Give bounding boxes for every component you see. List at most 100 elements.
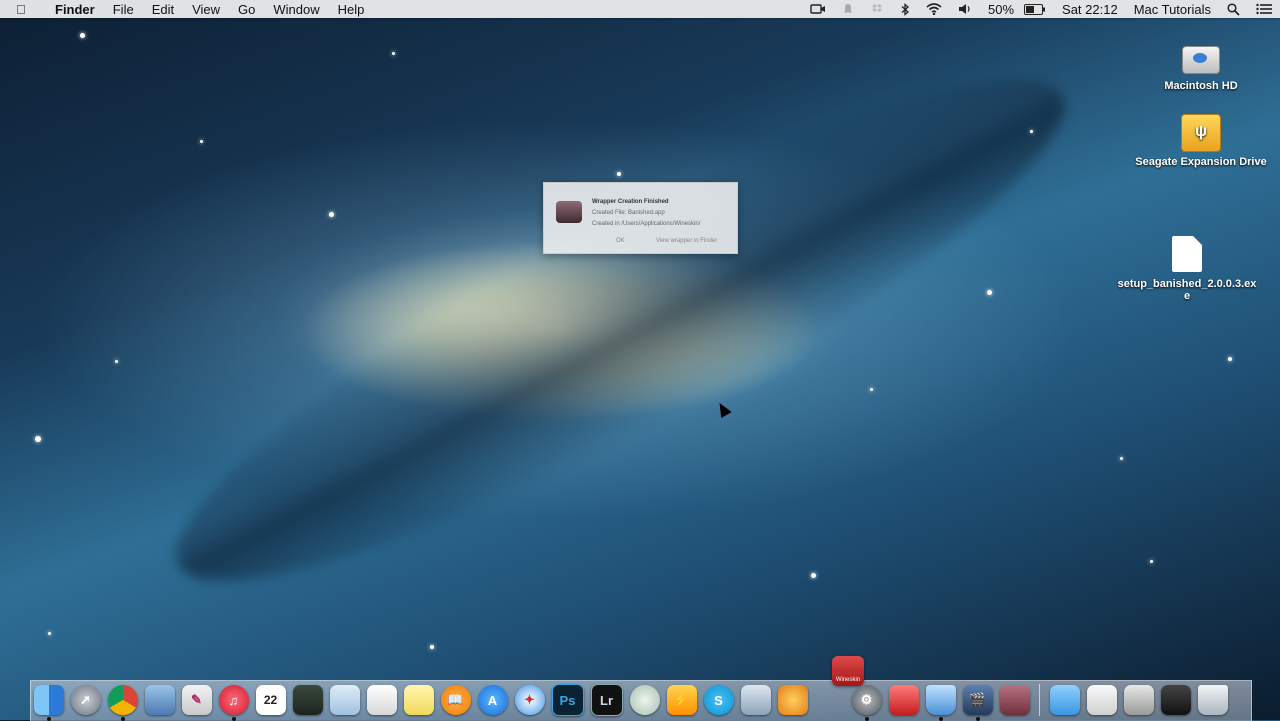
facetime-camera-icon[interactable]	[629, 685, 660, 715]
status-area: 50% Sat 22:12 Mac Tutorials	[802, 2, 1280, 17]
notification-ok-button[interactable]: OK	[616, 238, 625, 244]
dropbox-icon[interactable]	[862, 3, 892, 15]
wallpaper-galaxy	[131, 6, 1109, 654]
trash-icon[interactable]	[1197, 685, 1228, 715]
lightroom-icon[interactable]: Lr	[590, 684, 623, 716]
imovie-icon[interactable]: 🎬	[962, 685, 993, 721]
wallpaper-star	[115, 360, 118, 363]
wallpaper-star	[870, 388, 873, 391]
downloads-stack-icon[interactable]	[1123, 685, 1154, 715]
documents-stack-icon[interactable]	[1086, 685, 1117, 715]
clock[interactable]: Sat 22:12	[1054, 2, 1126, 17]
apple-menu-icon[interactable]: 	[16, 2, 32, 17]
document-icon	[1172, 236, 1202, 272]
wine-app-icon[interactable]	[999, 685, 1030, 715]
menu-go[interactable]: Go	[229, 2, 264, 17]
wallpaper-star	[617, 172, 621, 176]
chrome-icon[interactable]	[107, 685, 138, 721]
finder-icon[interactable]	[33, 685, 64, 721]
skype-icon[interactable]: S	[703, 685, 734, 715]
volume-icon[interactable]	[950, 3, 980, 15]
preview-icon[interactable]	[144, 685, 175, 715]
photoshop-icon[interactable]: Ps	[551, 684, 584, 716]
iphoto-icon[interactable]	[329, 685, 360, 715]
desktop-icon-label: setup_banished_2.0.0.3.ex	[1117, 278, 1257, 290]
photo-stack-icon[interactable]	[888, 685, 919, 715]
battery-icon[interactable]	[1016, 3, 1054, 15]
lightroom-label: Lr	[600, 692, 613, 708]
running-indicator	[46, 717, 51, 721]
wineskin-app-icon	[556, 201, 582, 223]
notification-line-2: Created in /Users/Applications/Wineskin/	[592, 221, 701, 227]
system-preferences-icon[interactable]: ⚙	[851, 685, 882, 721]
notification-center-icon[interactable]	[1248, 3, 1280, 15]
wifi-icon[interactable]	[918, 3, 950, 15]
photoshop-label: Ps	[559, 692, 576, 708]
menu-edit[interactable]: Edit	[143, 2, 183, 17]
dock-separator	[1039, 684, 1040, 716]
desktop-icon-label: Seagate Expansion Drive	[1135, 156, 1267, 168]
wallpaper-star	[430, 645, 434, 649]
notification-bell-icon[interactable]	[834, 3, 862, 15]
notification-banner[interactable]: Wrapper Creation Finished Created File: …	[543, 182, 738, 254]
textedit-icon[interactable]	[366, 685, 397, 715]
switch-app-icon[interactable]: ⚡	[666, 685, 697, 715]
menu-app-name[interactable]: Finder	[46, 2, 104, 17]
automator-icon[interactable]	[740, 685, 771, 715]
user-menu[interactable]: Mac Tutorials	[1126, 2, 1219, 17]
running-indicator	[864, 717, 869, 721]
desktop-icon-label-continued: e	[1183, 290, 1191, 302]
desktop-icon-macintosh-hd[interactable]: Macintosh HD	[1126, 46, 1276, 92]
app-store-icon[interactable]: A	[477, 685, 508, 715]
safari-icon[interactable]: ✦	[514, 685, 545, 715]
running-indicator	[231, 717, 236, 721]
notes-icon[interactable]	[403, 685, 434, 715]
wallpaper-star	[35, 436, 41, 442]
running-indicator	[975, 717, 980, 721]
wallpaper-star	[329, 212, 334, 217]
spotlight-search-icon[interactable]	[1219, 2, 1248, 16]
applications-folder-icon[interactable]	[1049, 685, 1080, 715]
screen-record-icon[interactable]	[802, 3, 834, 15]
dock: ➚ ✎ ♫ 22 📖 A ✦ Ps Lr ⚡ S ⚙ 🎬	[30, 680, 1250, 721]
skype-label: S	[714, 692, 723, 708]
menu-view[interactable]: View	[183, 2, 229, 17]
menu-file[interactable]: File	[104, 2, 143, 17]
wallpaper-star	[987, 290, 992, 295]
notification-view-button[interactable]: View wrapper in Finder	[656, 238, 717, 244]
ibooks-icon[interactable]: 📖	[440, 685, 471, 715]
wallpaper-star	[1030, 130, 1033, 133]
wallpaper-star	[1150, 560, 1153, 563]
wallpaper-star	[200, 140, 203, 143]
photo-booth-icon[interactable]	[292, 685, 323, 715]
wallpaper-star	[48, 632, 51, 635]
menu-help[interactable]: Help	[329, 2, 374, 17]
fruit-game-icon[interactable]	[777, 685, 808, 715]
battery-percent: 50%	[988, 1, 1015, 17]
menu-bar:  Finder File Edit View Go Window Help 5…	[0, 0, 1280, 18]
running-indicator	[938, 717, 943, 721]
menu-window[interactable]: Window	[264, 2, 328, 17]
wallpaper-star	[1120, 457, 1123, 460]
calendar-icon[interactable]: 22	[255, 685, 286, 715]
itunes-icon[interactable]: ♫	[218, 685, 249, 721]
running-indicator	[120, 717, 125, 721]
wineskin-slot	[815, 685, 845, 715]
launchpad-icon[interactable]: ➚	[70, 685, 101, 715]
notification-title: Wrapper Creation Finished	[592, 199, 669, 205]
calendar-day: 22	[263, 693, 278, 707]
wallpaper-star	[811, 573, 816, 578]
desktop-icon-label: Macintosh HD	[1164, 80, 1238, 92]
desktop-icon-seagate-drive[interactable]: ψ Seagate Expansion Drive	[1126, 114, 1276, 168]
wallpaper-star	[1228, 357, 1232, 361]
desktop-icon-setup-file[interactable]: setup_banished_2.0.0.3.ex e	[1112, 236, 1262, 302]
scrivener-icon[interactable]: ✎	[181, 685, 212, 715]
wallpaper-star	[392, 52, 395, 55]
hard-drive-icon	[1182, 46, 1220, 74]
mouse-cursor-icon	[714, 399, 732, 419]
wallpaper-star	[80, 33, 85, 38]
bottle-app-icon[interactable]	[925, 685, 956, 721]
notification-line-1: Created File: Banished.app	[592, 210, 665, 216]
bluetooth-icon[interactable]	[892, 2, 918, 16]
screenshots-stack-icon[interactable]	[1160, 685, 1191, 715]
